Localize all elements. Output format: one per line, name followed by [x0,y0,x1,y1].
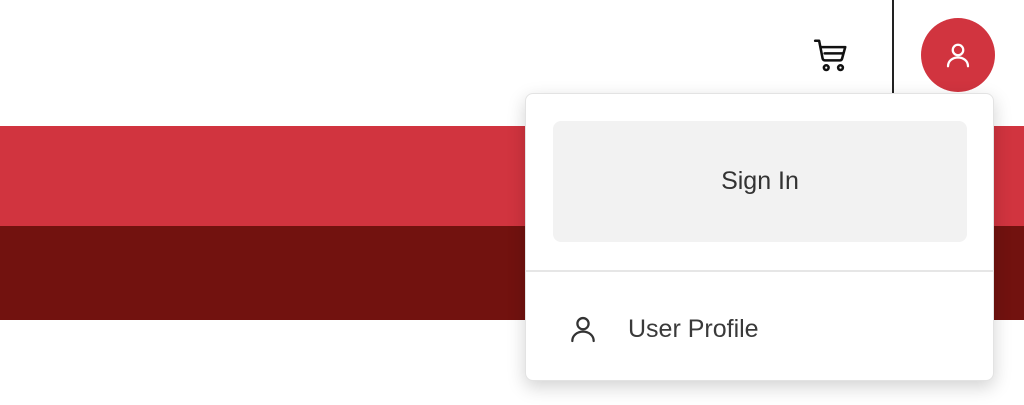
sign-in-label: Sign In [721,167,799,195]
user-profile-label: User Profile [628,314,759,343]
cart-button[interactable] [808,32,854,78]
header-divider [892,0,894,94]
user-icon [566,312,600,346]
user-icon [946,43,970,68]
user-dropdown-menu: Sign In User Profile [525,93,994,381]
sign-in-button[interactable]: Sign In [553,121,967,242]
shopping-cart-icon [813,39,847,72]
dropdown-separator [526,270,993,272]
page: Sign In User Profile [0,0,1024,405]
user-profile-menu-item[interactable]: User Profile [526,284,993,374]
user-menu-button[interactable] [921,18,995,92]
